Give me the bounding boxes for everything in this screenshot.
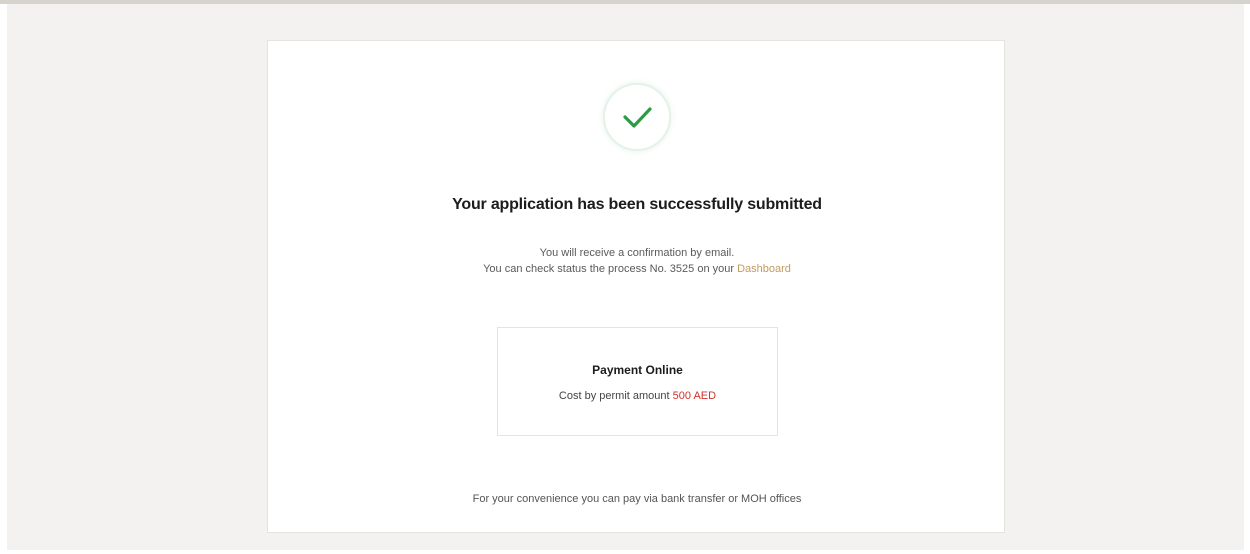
- dashboard-link[interactable]: Dashboard: [737, 263, 791, 275]
- payment-title: Payment Online: [592, 363, 683, 377]
- payment-cost: Cost by permit amount 500 AED: [498, 390, 777, 402]
- confirmation-message: You will receive a confirmation by email…: [539, 247, 735, 259]
- confirmation-card: Your application has been successfully s…: [267, 40, 1005, 533]
- page-title: Your application has been successfully s…: [452, 196, 822, 213]
- cost-amount: 500 AED: [672, 390, 717, 402]
- payment-alternatives-note: For your convenience you can pay via ban…: [472, 493, 802, 505]
- status-message-text: You can check status the process No. 352…: [483, 263, 735, 275]
- status-message: You can check status the process No. 352…: [268, 263, 1006, 275]
- checkmark-icon: [623, 107, 652, 128]
- payment-box: Payment Online Cost by permit amount 500…: [497, 327, 778, 436]
- success-badge: [603, 83, 671, 151]
- cost-label: Cost by permit amount: [558, 390, 670, 402]
